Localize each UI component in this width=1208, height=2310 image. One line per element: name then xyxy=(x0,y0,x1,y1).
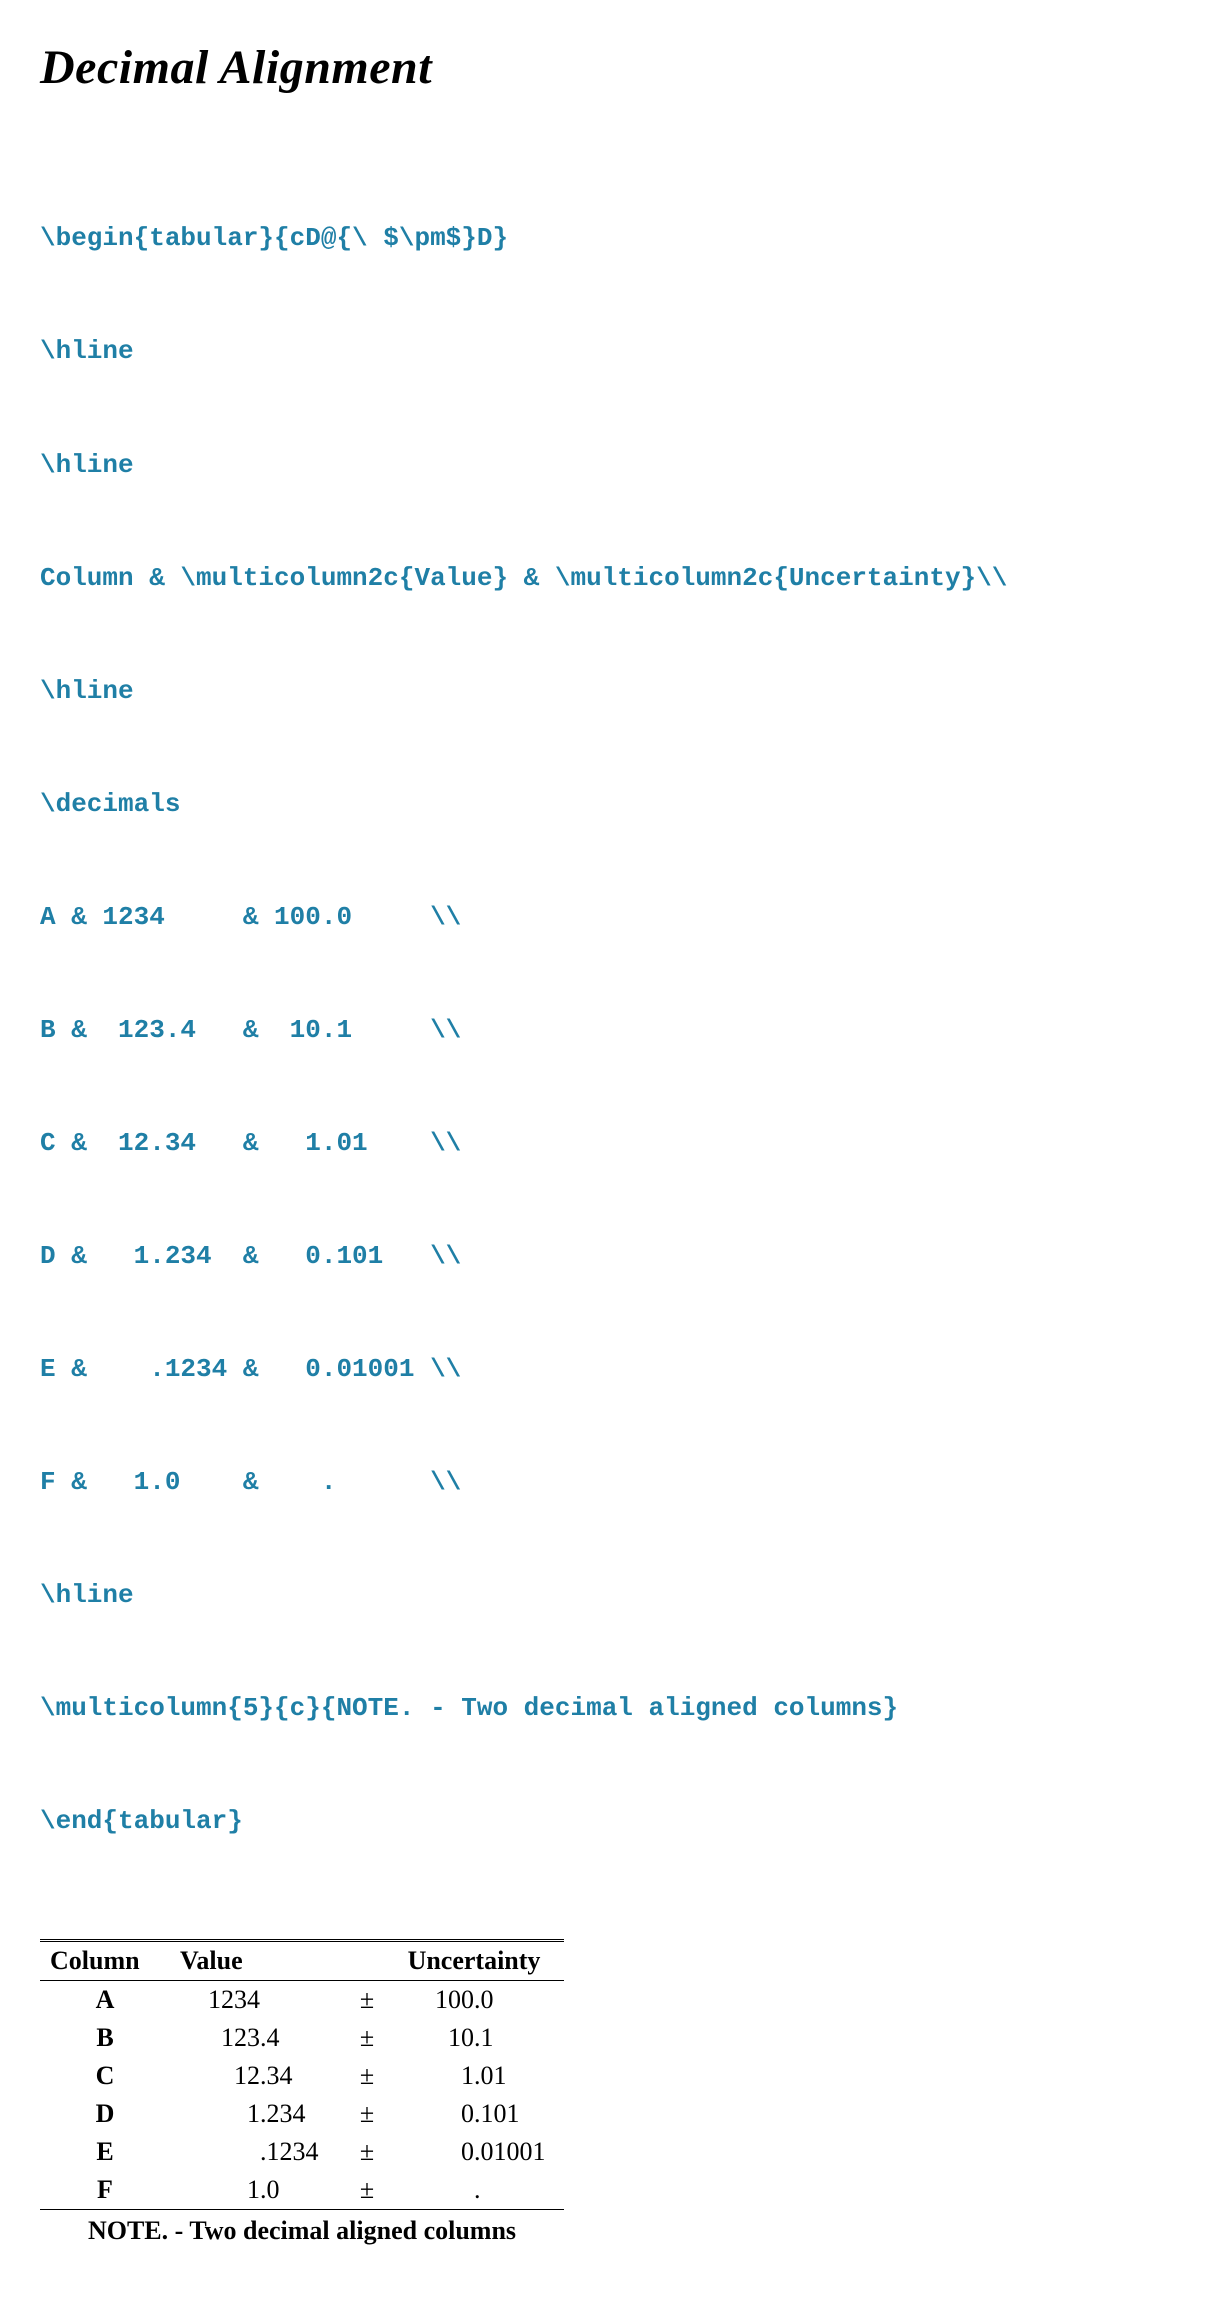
plus-minus-icon: ± xyxy=(350,2019,384,2057)
row-label: C xyxy=(40,2057,170,2095)
table-row: D 1 .234 ± 0 .101 xyxy=(40,2095,564,2133)
table-footer-row: NOTE. - Two decimal aligned columns xyxy=(40,2209,564,2250)
row-label: F xyxy=(40,2171,170,2210)
code-line: \begin{tabular}{cD@{\ $\pm$}D} xyxy=(40,220,1168,258)
table-row: C 12 .34 ± 1 .01 xyxy=(40,2057,564,2095)
code-line: Column & \multicolumn2c{Value} & \multic… xyxy=(40,560,1168,598)
unc-frac: .1 xyxy=(474,2019,564,2057)
unc-int: 0 xyxy=(384,2095,474,2133)
unc-int: 1 xyxy=(384,2057,474,2095)
latex-code-block: \begin{tabular}{cD@{\ $\pm$}D} \hline \h… xyxy=(40,145,1168,1879)
code-line: \multicolumn{5}{c}{NOTE. - Two decimal a… xyxy=(40,1690,1168,1728)
unc-frac: .01001 xyxy=(474,2133,564,2171)
unc-int: 10 xyxy=(384,2019,474,2057)
value-int: 1234 xyxy=(170,1980,260,2019)
table-row: F 1 .0 ± . xyxy=(40,2171,564,2210)
rendered-table: Column Value Uncertainty A 1234 ± 100 .0… xyxy=(40,1939,564,2250)
value-int: 12 xyxy=(170,2057,260,2095)
plus-minus-icon: ± xyxy=(350,2057,384,2095)
unc-int xyxy=(384,2171,474,2210)
code-line: C & 12.34 & 1.01 \\ xyxy=(40,1125,1168,1163)
code-line: E & .1234 & 0.01001 \\ xyxy=(40,1351,1168,1389)
col-header-value: Value xyxy=(170,1940,350,1980)
code-line: \end{tabular} xyxy=(40,1803,1168,1841)
plus-minus-icon: ± xyxy=(350,2133,384,2171)
code-line: F & 1.0 & . \\ xyxy=(40,1464,1168,1502)
value-int: 123 xyxy=(170,2019,260,2057)
value-frac: .234 xyxy=(260,2095,350,2133)
value-frac: .34 xyxy=(260,2057,350,2095)
value-frac xyxy=(260,1980,350,2019)
plus-minus-icon: ± xyxy=(350,1980,384,2019)
code-line: \hline xyxy=(40,1577,1168,1615)
value-int xyxy=(170,2133,260,2171)
row-label: A xyxy=(40,1980,170,2019)
code-line: \hline xyxy=(40,673,1168,711)
value-int: 1 xyxy=(170,2095,260,2133)
code-line: D & 1.234 & 0.101 \\ xyxy=(40,1238,1168,1276)
page-title: Decimal Alignment xyxy=(40,40,1168,95)
value-frac: .1234 xyxy=(260,2133,350,2171)
value-int: 1 xyxy=(170,2171,260,2210)
row-label: B xyxy=(40,2019,170,2057)
unc-int: 0 xyxy=(384,2133,474,2171)
unc-frac: .01 xyxy=(474,2057,564,2095)
code-line: \decimals xyxy=(40,786,1168,824)
unc-frac: .0 xyxy=(474,1980,564,2019)
value-frac: .4 xyxy=(260,2019,350,2057)
row-label: D xyxy=(40,2095,170,2133)
col-header-uncertainty: Uncertainty xyxy=(384,1940,564,1980)
table-row: A 1234 ± 100 .0 xyxy=(40,1980,564,2019)
code-line: \hline xyxy=(40,333,1168,371)
value-frac: .0 xyxy=(260,2171,350,2210)
plus-minus-icon: ± xyxy=(350,2095,384,2133)
code-line: B & 123.4 & 10.1 \\ xyxy=(40,1012,1168,1050)
plus-minus-icon: ± xyxy=(350,2171,384,2210)
table-row: E .1234 ± 0 .01001 xyxy=(40,2133,564,2171)
col-header-column: Column xyxy=(40,1940,170,1980)
unc-int: 100 xyxy=(384,1980,474,2019)
unc-frac: .101 xyxy=(474,2095,564,2133)
unc-frac: . xyxy=(474,2171,564,2210)
col-header-pm-spacer xyxy=(350,1940,384,1980)
table-row: B 123 .4 ± 10 .1 xyxy=(40,2019,564,2057)
table-note: NOTE. - Two decimal aligned columns xyxy=(40,2209,564,2250)
table-header-row: Column Value Uncertainty xyxy=(40,1940,564,1980)
row-label: E xyxy=(40,2133,170,2171)
code-line: \hline xyxy=(40,447,1168,485)
code-line: A & 1234 & 100.0 \\ xyxy=(40,899,1168,937)
